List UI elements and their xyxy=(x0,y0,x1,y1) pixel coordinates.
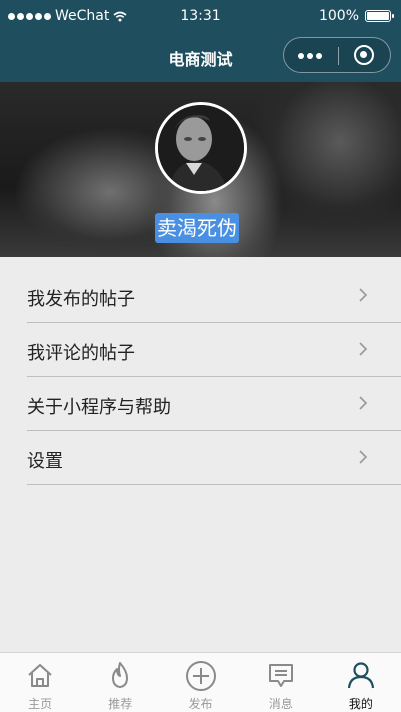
status-bar: WeChat 13:31 100% xyxy=(0,0,401,32)
chevron-right-icon xyxy=(359,288,368,302)
tab-recommend[interactable]: 推荐 xyxy=(80,653,160,712)
tab-messages[interactable]: 消息 xyxy=(241,653,321,712)
message-icon xyxy=(268,664,293,687)
tab-label: 消息 xyxy=(268,697,293,711)
battery-icon xyxy=(365,10,394,22)
menu-item-about-help[interactable]: 关于小程序与帮助 xyxy=(27,377,401,431)
menu-item-label: 我评论的帖子 xyxy=(27,343,135,364)
profile-menu: 我发布的帖子 我评论的帖子 关于小程序与帮助 设置 xyxy=(0,269,401,485)
menu-item-label: 我发布的帖子 xyxy=(27,289,135,310)
battery-status: 100% xyxy=(318,8,394,24)
tab-publish[interactable]: 发布 xyxy=(160,653,240,712)
profile-header: 卖渴死伪 xyxy=(0,82,401,257)
chevron-right-icon xyxy=(359,342,368,356)
capsule-divider xyxy=(338,47,339,65)
menu-item-label: 设置 xyxy=(27,451,63,472)
tab-home[interactable]: 主页 xyxy=(0,653,80,712)
user-icon xyxy=(347,662,375,689)
tab-label: 发布 xyxy=(188,697,213,711)
tab-label: 主页 xyxy=(28,697,53,711)
menu-item-settings[interactable]: 设置 xyxy=(27,431,401,485)
tab-label: 推荐 xyxy=(108,697,133,711)
more-menu-icon[interactable] xyxy=(298,53,322,59)
menu-item-my-comments[interactable]: 我评论的帖子 xyxy=(27,323,401,377)
tab-label: 我的 xyxy=(348,697,373,711)
battery-percent: 100% xyxy=(318,8,359,24)
nav-bar: 电商测试 xyxy=(0,32,401,82)
flame-icon xyxy=(112,662,129,688)
close-mini-program-icon[interactable] xyxy=(354,45,374,65)
menu-item-label: 关于小程序与帮助 xyxy=(27,397,171,418)
avatar-portrait xyxy=(158,105,244,191)
plus-circle-icon xyxy=(185,661,216,691)
user-nickname: 卖渴死伪 xyxy=(155,213,239,243)
chevron-right-icon xyxy=(359,396,368,410)
home-icon xyxy=(28,664,52,687)
menu-item-my-posts[interactable]: 我发布的帖子 xyxy=(27,269,401,323)
tab-mine[interactable]: 我的 xyxy=(321,653,401,712)
chevron-right-icon xyxy=(359,450,368,464)
mini-program-capsule xyxy=(283,37,391,73)
tab-bar: 主页 推荐 发布 消息 我的 xyxy=(0,652,401,712)
avatar[interactable] xyxy=(155,102,247,194)
